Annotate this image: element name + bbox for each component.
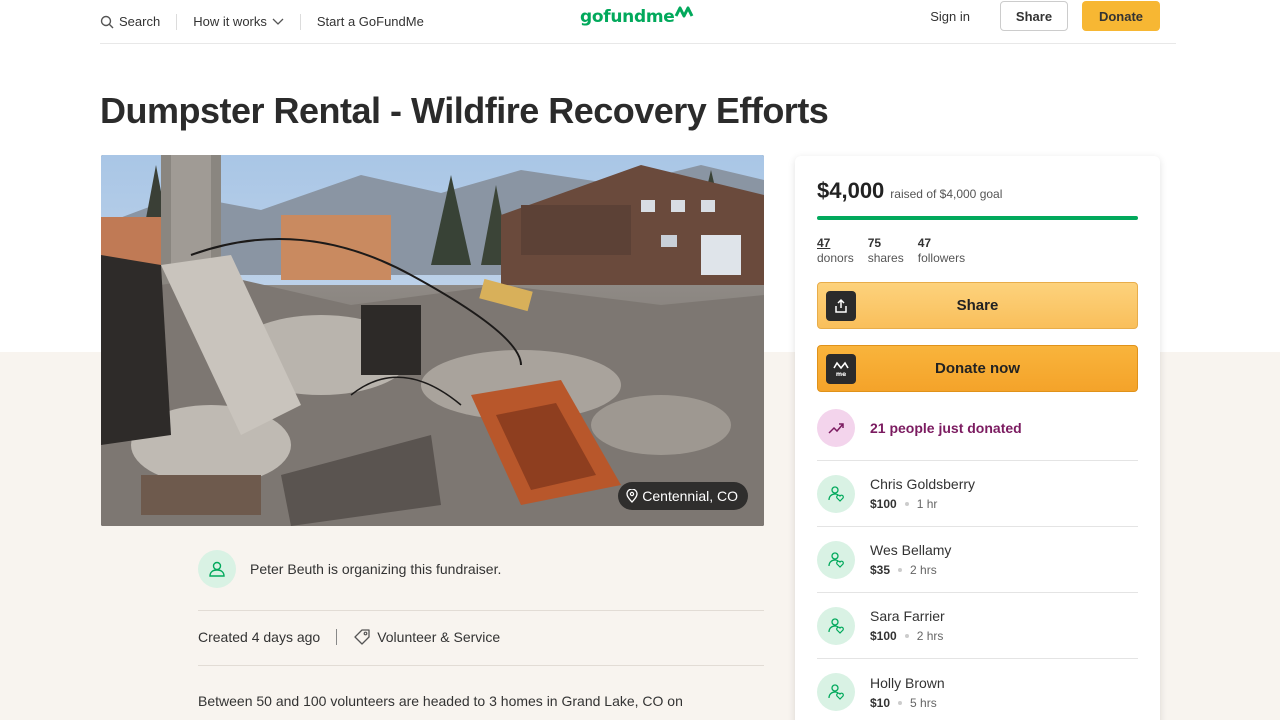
search-label: Search (119, 14, 161, 29)
donation-time: 1 hr (916, 497, 938, 511)
amount-raised: $4,000 raised of $4,000 goal (817, 178, 1138, 204)
location-badge: Centennial, CO (618, 482, 748, 510)
campaign-meta: Created 4 days ago Volunteer & Service (198, 628, 500, 646)
donation-amount: $100 (870, 629, 897, 643)
stat-value: 47 (917, 236, 932, 250)
location-pin-icon (626, 489, 638, 503)
stat-followers: 47 followers (918, 236, 965, 266)
donor-name: Sara Farrier (870, 608, 945, 624)
dot-separator (904, 634, 909, 638)
dot-separator (898, 700, 903, 705)
stat-label: followers (917, 251, 966, 265)
progress-fill (817, 216, 1138, 220)
donation-card: $4,000 raised of $4,000 goal 47 donors 7… (795, 156, 1160, 720)
stat-value: 75 (867, 236, 882, 250)
share-button-label: Share (956, 297, 999, 314)
donation-amount: $100 (870, 497, 897, 511)
stat-label: donors (817, 251, 854, 265)
stat-shares: 75 shares (868, 236, 904, 266)
wildfire-scene-image (101, 155, 764, 526)
donation-time: 2 hrs (910, 563, 937, 577)
logo-mark-icon (675, 6, 694, 18)
donation-amount: $10 (870, 695, 891, 710)
donation-amount: $35 (870, 563, 891, 577)
recent-donations-text: 21 people just donated (870, 420, 1022, 436)
organizer-text: Peter Beuth is organizing this fundraise… (250, 561, 502, 577)
donor-heart-icon (828, 684, 844, 700)
donation-item: Holly Brown $10 5 hrs (817, 659, 1138, 720)
user-icon (209, 561, 225, 577)
donor-heart-icon (828, 485, 844, 502)
recent-donations-banner[interactable]: 21 people just donated (817, 408, 1138, 448)
organizer-avatar (198, 550, 236, 588)
donor-heart-icon (828, 551, 844, 568)
created-date: Created 4 days ago (198, 629, 321, 645)
goal-text: raised of $4,000 goal (890, 187, 1003, 201)
campaign-hero-image[interactable]: Centennial, CO (101, 155, 764, 526)
top-navigation: Search How it works Start a GoFundMe gof… (100, 0, 1176, 44)
donor-avatar (817, 540, 855, 579)
campaign-stats: 47 donors 75 shares 47 followers (817, 236, 1138, 266)
share-button[interactable]: Share (817, 282, 1138, 329)
donor-avatar (817, 474, 855, 513)
header-share-button[interactable]: Share (1000, 1, 1068, 31)
logo-text: gofundme (580, 7, 675, 27)
donor-heart-icon (828, 617, 844, 634)
stat-donors[interactable]: 47 donors (817, 236, 854, 266)
donation-time: 2 hrs (916, 629, 944, 643)
gofundme-me-icon: me (826, 354, 856, 384)
donor-name: Chris Goldsberry (870, 476, 976, 492)
donation-time: 5 hrs (910, 695, 937, 710)
svg-text:me: me (836, 371, 846, 377)
stat-value: 47 (817, 236, 831, 250)
dot-separator (904, 502, 909, 506)
chevron-down-icon (272, 18, 284, 25)
raised-amount: $4,000 (817, 178, 885, 203)
donate-button-label: Donate now (935, 360, 1020, 377)
trending-up-icon (817, 409, 855, 447)
stat-label: shares (867, 251, 904, 265)
how-it-works-menu[interactable]: How it works (177, 6, 300, 38)
tag-icon (354, 629, 370, 645)
sign-in-link[interactable]: Sign in (930, 9, 970, 24)
organizer-row: Peter Beuth is organizing this fundraise… (198, 550, 501, 588)
donation-item: Wes Bellamy $35 2 hrs (817, 527, 1138, 593)
donate-now-button[interactable]: me Donate now (817, 345, 1138, 392)
share-icon (826, 291, 856, 321)
dot-separator (898, 568, 903, 572)
donor-avatar (817, 606, 855, 645)
campaign-title: Dumpster Rental - Wildfire Recovery Effo… (100, 90, 829, 131)
meta-separator (336, 629, 338, 645)
start-gofundme-link[interactable]: Start a GoFundMe (301, 6, 440, 38)
donor-name: Wes Bellamy (870, 542, 952, 558)
search-link[interactable]: Search (100, 6, 176, 38)
campaign-story: Between 50 and 100 volunteers are headed… (198, 693, 683, 709)
start-gofundme-label: Start a GoFundMe (316, 14, 424, 29)
donor-avatar (817, 673, 855, 711)
donation-item: Sara Farrier $100 2 hrs (817, 593, 1138, 659)
how-it-works-label: How it works (193, 14, 267, 29)
divider (198, 665, 764, 666)
donation-item: Chris Goldsberry $100 1 hr (817, 461, 1138, 527)
header-donate-button[interactable]: Donate (1082, 1, 1160, 31)
donor-name: Holly Brown (870, 674, 945, 691)
search-icon (100, 15, 114, 28)
category-label: Volunteer & Service (377, 629, 501, 645)
divider (198, 610, 764, 611)
location-text: Centennial, CO (642, 488, 738, 504)
category-link[interactable]: Volunteer & Service (353, 628, 500, 646)
progress-bar (817, 216, 1138, 220)
gofundme-logo[interactable]: gofundme (580, 1, 694, 33)
